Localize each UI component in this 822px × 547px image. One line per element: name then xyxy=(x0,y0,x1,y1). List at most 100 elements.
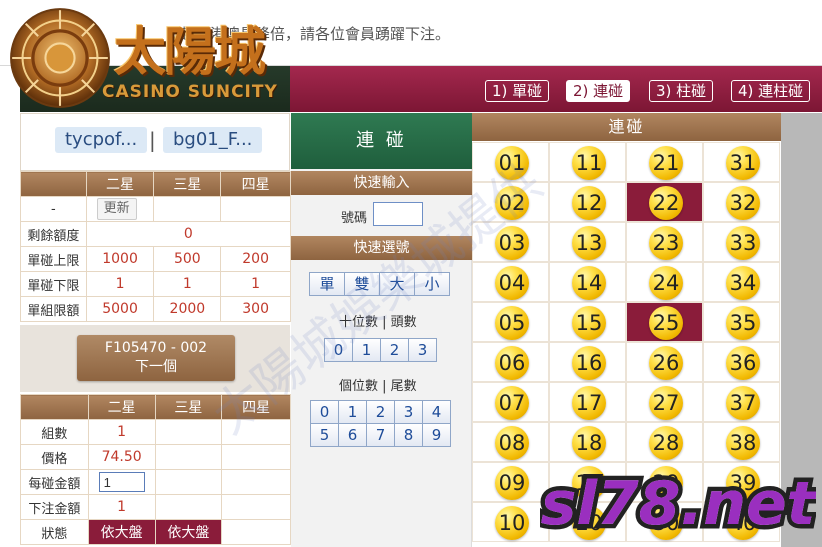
brand-name: 太陽城 xyxy=(114,22,266,83)
even-button[interactable]: 雙 xyxy=(344,272,380,296)
units-button-2[interactable]: 2 xyxy=(366,400,395,424)
number-cell[interactable]: 12 xyxy=(549,182,626,222)
number-cell[interactable]: 24 xyxy=(626,262,703,302)
number-cell[interactable]: 28 xyxy=(626,422,703,462)
number-cell[interactable]: 40 xyxy=(703,502,780,542)
number-cell[interactable]: 18 xyxy=(549,422,626,462)
number-cell[interactable]: 02 xyxy=(472,182,549,222)
number-cell[interactable]: 22 xyxy=(626,182,703,222)
number-ball: 13 xyxy=(572,226,606,260)
empty-cell xyxy=(221,469,291,495)
table-row: 價格 74.50 xyxy=(20,444,291,470)
number-cell[interactable]: 21 xyxy=(626,142,703,182)
number-ball: 12 xyxy=(572,186,606,220)
number-ball: 04 xyxy=(495,266,529,300)
number-cell[interactable]: 33 xyxy=(703,222,780,262)
number-ball: 05 xyxy=(495,306,529,340)
tab-combo[interactable]: 2) 連碰 xyxy=(566,80,631,102)
number-cell[interactable]: 30 xyxy=(626,502,703,542)
max-3star: 500 xyxy=(153,246,222,272)
amount-label: 每碰金額 xyxy=(20,469,89,495)
odd-button[interactable]: 單 xyxy=(309,272,345,296)
tens-button-row: 0 1 2 3 xyxy=(324,338,437,362)
empty-cell xyxy=(221,494,291,520)
units-button-5[interactable]: 5 xyxy=(310,423,339,447)
number-cell[interactable]: 39 xyxy=(703,462,780,502)
bet-header-row: 二星 三星 四星 xyxy=(20,394,291,420)
status-badge: 依大盤 xyxy=(154,519,223,545)
units-button-6[interactable]: 6 xyxy=(338,423,367,447)
number-cell[interactable]: 10 xyxy=(472,502,549,542)
number-cell[interactable]: 27 xyxy=(626,382,703,422)
table-row: 剩餘額度 0 xyxy=(20,221,292,247)
units-button-1[interactable]: 1 xyxy=(338,400,367,424)
number-cell[interactable]: 11 xyxy=(549,142,626,182)
big-button[interactable]: 大 xyxy=(379,272,415,296)
tens-button-3[interactable]: 3 xyxy=(408,338,437,362)
number-cell[interactable]: 17 xyxy=(549,382,626,422)
units-button-row-2: 5 6 7 8 9 xyxy=(310,423,451,447)
number-cell[interactable]: 15 xyxy=(549,302,626,342)
tab-single[interactable]: 1) 單碰 xyxy=(485,80,550,102)
number-cell[interactable]: 05 xyxy=(472,302,549,342)
number-cell[interactable]: 38 xyxy=(703,422,780,462)
amount-input[interactable] xyxy=(98,472,145,492)
number-cell[interactable]: 36 xyxy=(703,342,780,382)
number-ball: 36 xyxy=(726,346,760,380)
number-input[interactable] xyxy=(373,202,423,226)
limits-header-row: 二星 三星 四星 xyxy=(20,171,291,197)
number-cell[interactable]: 25 xyxy=(626,302,703,342)
number-cell[interactable]: 37 xyxy=(703,382,780,422)
dash-cell: - xyxy=(20,196,87,222)
number-cell[interactable]: 14 xyxy=(549,262,626,302)
units-button-7[interactable]: 7 xyxy=(366,423,395,447)
units-button-3[interactable]: 3 xyxy=(394,400,423,424)
tab-combo-column[interactable]: 4) 連柱碰 xyxy=(731,80,811,102)
tab-column[interactable]: 3) 柱碰 xyxy=(649,80,714,102)
quick-select-header: 快速選號 xyxy=(291,236,472,260)
empty-cell xyxy=(154,444,223,470)
number-cell[interactable]: 20 xyxy=(549,502,626,542)
number-cell[interactable]: 29 xyxy=(626,462,703,502)
number-cell[interactable]: 03 xyxy=(472,222,549,262)
limits-header-blank xyxy=(20,171,87,197)
number-cell[interactable]: 01 xyxy=(472,142,549,182)
number-cell[interactable]: 07 xyxy=(472,382,549,422)
number-ball: 15 xyxy=(572,306,606,340)
number-ball: 33 xyxy=(726,226,760,260)
user-separator: | xyxy=(149,128,156,152)
number-cell[interactable]: 32 xyxy=(703,182,780,222)
table-row: 單碰上限 1000 500 200 xyxy=(20,246,291,272)
min-3star: 1 xyxy=(153,271,222,297)
number-cell[interactable]: 06 xyxy=(472,342,549,382)
units-button-0[interactable]: 0 xyxy=(310,400,339,424)
next-button[interactable]: F105470 - 002 下一個 xyxy=(77,335,235,381)
number-cell[interactable]: 09 xyxy=(472,462,549,502)
limits-table: 二星 三星 四星 - 更新 剩餘額度 0 單碰上限 1000 500 200 單… xyxy=(20,171,292,322)
tens-button-2[interactable]: 2 xyxy=(380,338,409,362)
units-button-4[interactable]: 4 xyxy=(422,400,451,424)
units-button-9[interactable]: 9 xyxy=(422,423,451,447)
user-account-2[interactable]: bg01_F... xyxy=(163,127,263,153)
units-button-8[interactable]: 8 xyxy=(394,423,423,447)
small-button[interactable]: 小 xyxy=(414,272,450,296)
table-row: 單組限額 5000 2000 300 xyxy=(20,296,291,322)
user-account-1[interactable]: tycpof... xyxy=(55,127,148,153)
number-cell[interactable]: 08 xyxy=(472,422,549,462)
tens-button-0[interactable]: 0 xyxy=(324,338,353,362)
number-cell[interactable]: 13 xyxy=(549,222,626,262)
tens-button-1[interactable]: 1 xyxy=(352,338,381,362)
update-button[interactable]: 更新 xyxy=(96,198,137,220)
number-grid-header: 連碰 xyxy=(472,113,781,141)
number-cell[interactable]: 26 xyxy=(626,342,703,382)
number-cell[interactable]: 34 xyxy=(703,262,780,302)
number-cell[interactable]: 35 xyxy=(703,302,780,342)
number-cell[interactable]: 31 xyxy=(703,142,780,182)
number-cell[interactable]: 23 xyxy=(626,222,703,262)
sun-emblem-icon xyxy=(10,8,110,108)
number-cell[interactable]: 16 xyxy=(549,342,626,382)
number-cell[interactable]: 19 xyxy=(549,462,626,502)
number-cell[interactable]: 04 xyxy=(472,262,549,302)
units-button-row-1: 0 1 2 3 4 xyxy=(310,400,451,424)
empty-cell xyxy=(154,494,223,520)
